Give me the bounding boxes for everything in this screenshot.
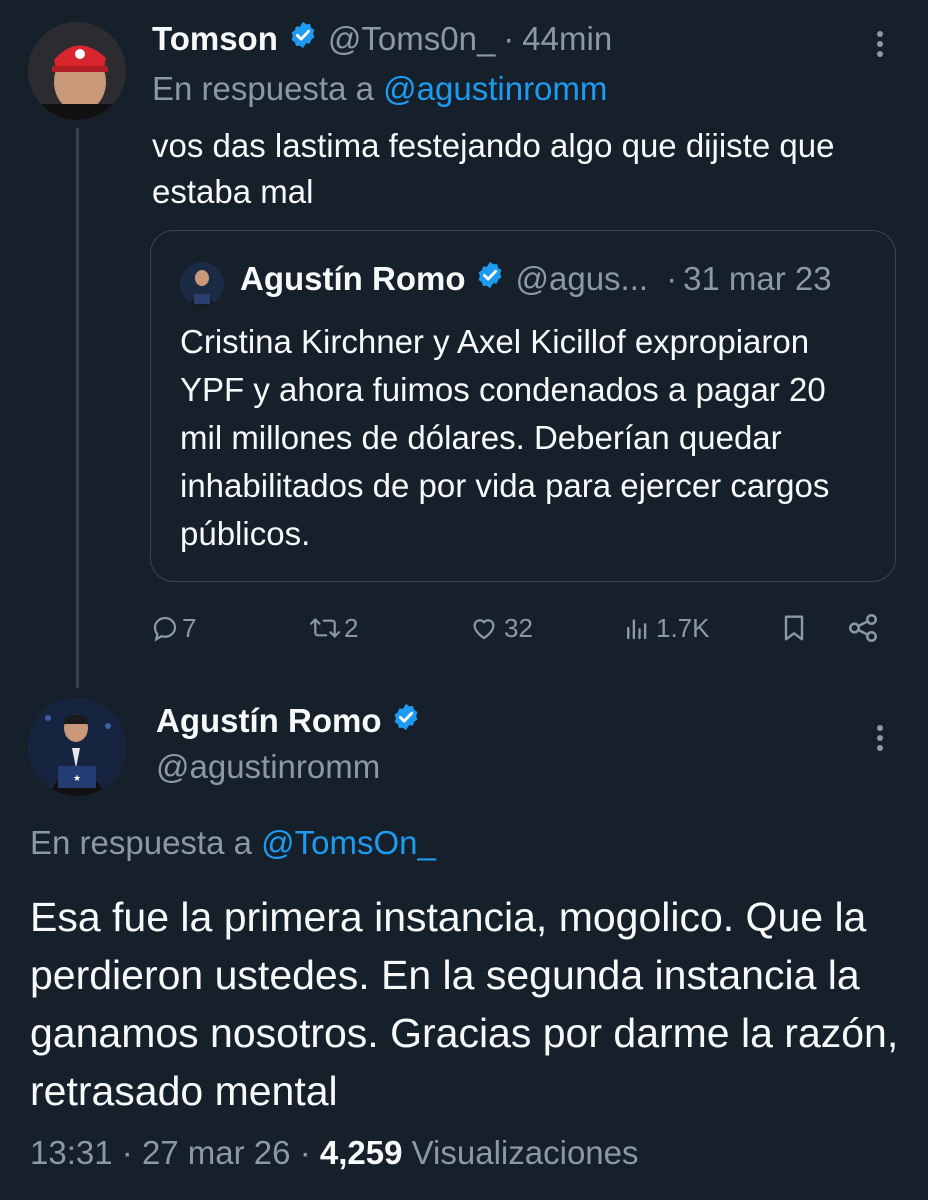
separator: · [503,20,515,57]
views-icon [622,613,652,643]
tweet1-actions: 7 2 32 1.7K [150,608,896,648]
avatar-agustin-romo[interactable]: ★ [28,698,126,796]
share-icon [846,611,880,645]
avatar-tomson[interactable] [28,22,126,120]
like-count: 32 [504,612,533,643]
like-button[interactable]: 32 [468,608,533,648]
views-count: 1.7K [656,612,710,643]
separator: · [299,1134,311,1171]
reply-prefix: En respuesta a [152,70,374,107]
thread-line [76,128,79,688]
reply-icon [150,613,180,643]
verified-badge-icon [475,260,505,298]
reply-context: En respuesta a @agustinromm [152,70,607,108]
svg-text:★: ★ [73,773,81,783]
bookmark-button[interactable] [778,608,810,648]
tweet2-text: Esa fue la primera instancia, mogolico. … [30,894,899,1114]
author-handle[interactable]: @Toms0n_ [328,20,495,58]
reply-count: 7 [182,612,197,643]
separator: · [121,1134,133,1171]
tweet1-text: vos das lastima festejando algo que diji… [152,127,835,210]
tweet-time[interactable]: 44min [522,20,612,58]
views-button[interactable]: 1.7K [622,608,710,648]
quoted-author-name[interactable]: Agustín Romo [240,260,465,298]
retweet-count: 2 [344,612,359,643]
retweet-icon [308,613,342,643]
quoted-avatar[interactable] [180,262,224,306]
retweet-button[interactable]: 2 [308,608,358,648]
author-name[interactable]: Agustín Romo [156,702,381,740]
quoted-header: Agustín Romo @agus... · 31 mar 23 [240,260,832,298]
reply-prefix: En respuesta a [30,824,252,861]
reply-button[interactable]: 7 [150,608,196,648]
tweet2-author: Agustín Romo [156,702,421,740]
author-handle[interactable]: @agustinromm [156,748,380,786]
verified-badge-icon [288,20,318,58]
heart-icon [468,613,500,643]
tweet-date[interactable]: 27 mar 26 [142,1134,291,1171]
tweet1-header: Tomson @Toms0n_ · 44min [152,20,612,58]
separator: · [666,260,678,297]
more-options-icon[interactable] [862,26,898,62]
reply-context: En respuesta a @TomsOn_ [30,824,436,862]
tweet-time[interactable]: 13:31 [30,1134,113,1171]
bookmark-icon [778,611,810,645]
tweet2-meta: 13:31 · 27 mar 26 · 4,259 Visualizacione… [30,1134,639,1172]
more-options-icon[interactable] [862,720,898,756]
quoted-date[interactable]: 31 mar 23 [683,260,832,298]
share-button[interactable] [846,608,880,648]
author-name[interactable]: Tomson [152,20,278,58]
views-count[interactable]: 4,259 [320,1134,403,1171]
verified-badge-icon [391,702,421,740]
views-label: Visualizaciones [411,1134,639,1171]
reply-to-link[interactable]: @agustinromm [383,70,607,107]
quoted-text: Cristina Kirchner y Axel Kicillof exprop… [180,323,830,552]
reply-to-link[interactable]: @TomsOn_ [261,824,436,861]
quoted-author-handle[interactable]: @agus... [515,260,648,298]
